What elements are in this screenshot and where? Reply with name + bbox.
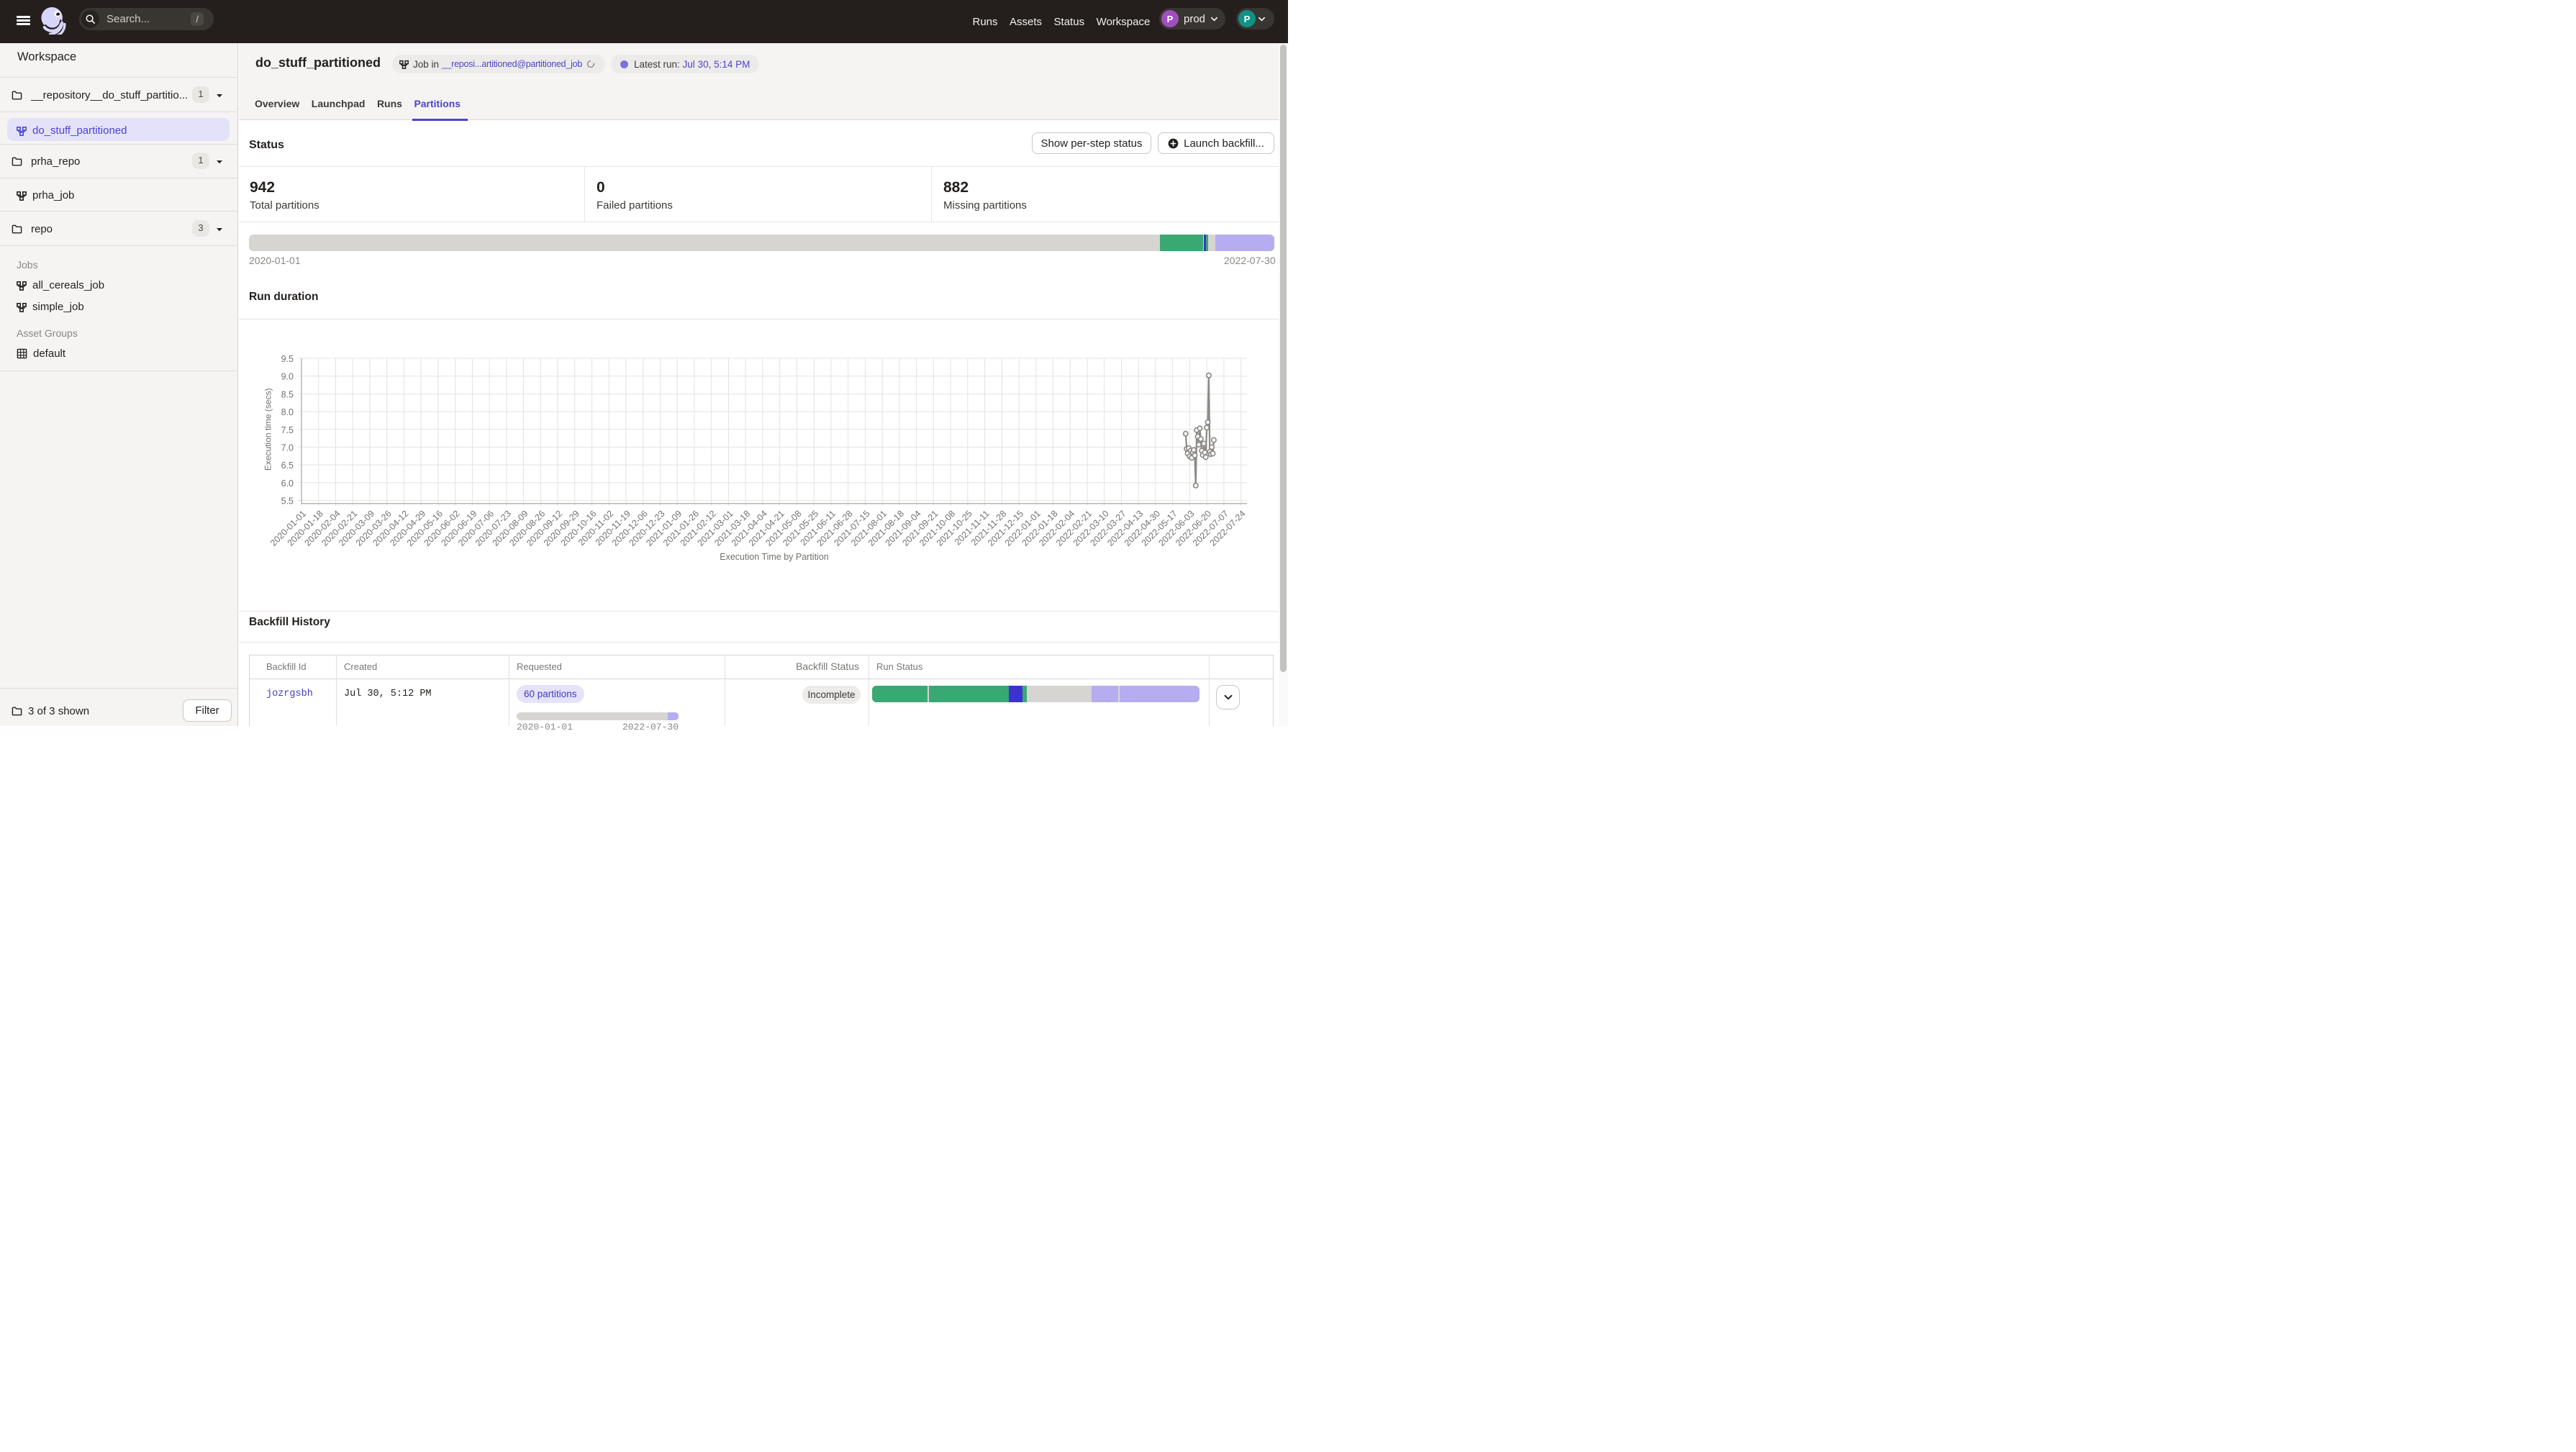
svg-text:6.5: 6.5: [281, 460, 294, 471]
svg-text:5.5: 5.5: [281, 496, 294, 507]
svg-text:7.5: 7.5: [281, 425, 294, 435]
svg-text:7.0: 7.0: [281, 443, 294, 453]
svg-text:6.0: 6.0: [281, 478, 294, 489]
svg-text:Execution Time by Partition: Execution Time by Partition: [720, 552, 829, 562]
svg-text:9.0: 9.0: [281, 372, 294, 382]
svg-text:8.5: 8.5: [281, 389, 294, 399]
svg-text:Execution time (secs): Execution time (secs): [263, 388, 273, 471]
svg-text:9.5: 9.5: [281, 354, 294, 364]
svg-text:8.0: 8.0: [281, 407, 294, 417]
